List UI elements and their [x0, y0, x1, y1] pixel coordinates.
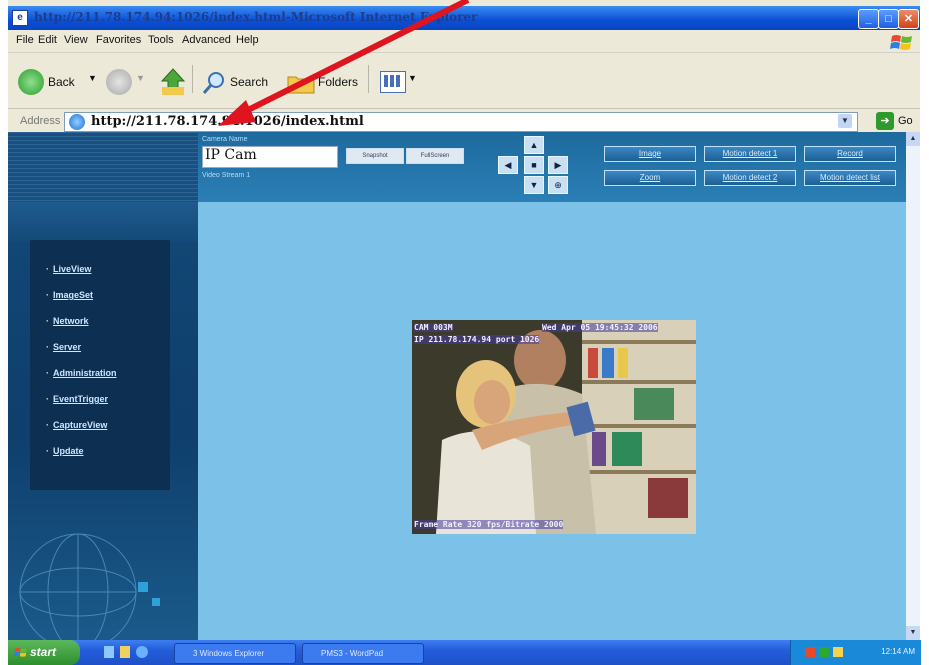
views-icon[interactable]	[380, 71, 406, 93]
video-stream-label: Video Stream 1	[202, 172, 251, 179]
system-tray: 12:14 AM	[790, 640, 921, 665]
go-arrow-icon[interactable]: ➔	[876, 112, 894, 130]
sidebar-header-decoration	[8, 132, 198, 202]
menu-favorites[interactable]: Favorites	[96, 34, 141, 46]
scroll-up-icon[interactable]: ▲	[906, 132, 920, 146]
back-dropdown-icon[interactable]: ▼	[88, 73, 97, 83]
record-button[interactable]: Record	[804, 146, 896, 162]
title-bar: e http://211.78.174.94:1026/index.html-M…	[8, 6, 920, 30]
window-title: http://211.78.174.94:1026/index.html-Mic…	[34, 10, 478, 24]
browser-window: e http://211.78.174.94:1026/index.html-M…	[8, 0, 921, 665]
views-dropdown-icon[interactable]: ▼	[408, 73, 417, 83]
toolbar-separator	[368, 65, 369, 93]
page-content: · LiveView · ImageSet · Network · Server · Ad…	[8, 132, 920, 640]
windows-logo-icon	[890, 35, 912, 50]
address-input[interactable]: http://211.78.174.94:1026/index.html	[64, 112, 858, 132]
motion-detect-list-button[interactable]: Motion detect list	[804, 170, 896, 186]
task-windows-explorer[interactable]: 3 Windows Explorer	[174, 643, 296, 664]
quicklaunch-desktop-icon[interactable]	[104, 646, 114, 658]
image-config-button[interactable]: Image	[604, 146, 696, 162]
address-label: Address	[20, 115, 61, 127]
sidebar-item-captureview[interactable]: · CaptureView	[46, 420, 107, 430]
page-icon	[69, 114, 85, 130]
sidebar-item-administration[interactable]: · Administration	[46, 368, 117, 378]
toolbar-separator	[192, 65, 193, 93]
camera-name-field[interactable]: IP Cam	[202, 146, 338, 168]
folders-button[interactable]: Folders	[318, 75, 358, 89]
maximize-button[interactable]: □	[878, 9, 899, 29]
back-label[interactable]: Back	[48, 75, 75, 89]
minimize-button[interactable]: _	[858, 9, 879, 29]
pan-up-icon[interactable]: ▲	[524, 136, 544, 154]
vertical-scrollbar[interactable]: ▲ ▼	[906, 132, 920, 640]
globe-graphic	[19, 533, 160, 640]
up-folder-icon[interactable]	[160, 67, 186, 97]
camera-header: Camera Name IP Cam Video Stream 1 Snapsh…	[198, 132, 906, 202]
pan-down-icon[interactable]: ▼	[524, 176, 544, 194]
forward-dropdown-icon[interactable]: ▼	[136, 73, 145, 83]
sidebar-item-network[interactable]: · Network	[46, 316, 89, 326]
sidebar-item-eventtrigger[interactable]: · EventTrigger	[46, 394, 108, 404]
menu-advanced[interactable]: Advanced	[182, 34, 231, 46]
tray-icon[interactable]	[819, 647, 829, 657]
scroll-down-icon[interactable]: ▼	[906, 626, 920, 640]
standard-toolbar: Back ▼ ▼ Search Folders ▼	[8, 52, 920, 109]
forward-arrow-icon[interactable]	[106, 69, 132, 95]
zoom-config-button[interactable]: Zoom	[604, 170, 696, 186]
osd-info-line: IP 211.78.174.94 port 1026	[414, 335, 540, 344]
back-arrow-icon[interactable]	[18, 69, 44, 95]
address-bar: Address http://211.78.174.94:1026/index.…	[8, 108, 920, 133]
menu-help[interactable]: Help	[236, 34, 259, 46]
sidebar-item-server[interactable]: · Server	[46, 342, 81, 352]
taskbar: start 3 Windows Explorer PMS3 - WordPad …	[8, 640, 921, 665]
camera-name-label: Camera Name	[202, 136, 248, 143]
menu-file[interactable]: File	[16, 34, 34, 46]
sidebar-item-update[interactable]: · Update	[46, 446, 84, 456]
quicklaunch-media-icon[interactable]	[120, 646, 130, 658]
video-image	[412, 320, 696, 534]
quicklaunch-ie-icon[interactable]	[136, 646, 148, 658]
menu-edit[interactable]: Edit	[38, 34, 57, 46]
sidebar-item-liveview[interactable]: · LiveView	[46, 264, 91, 274]
ie-window-icon: e	[12, 10, 28, 26]
sidebar-glow-decoration	[8, 202, 198, 242]
sidebar: · LiveView · ImageSet · Network · Server · Ad…	[8, 132, 198, 640]
close-button[interactable]: ✕	[898, 9, 919, 29]
motion-detect-2-button[interactable]: Motion detect 2	[704, 170, 796, 186]
zoom-icon[interactable]: ⊕	[548, 176, 568, 194]
go-button[interactable]: Go	[898, 115, 913, 127]
pan-right-icon[interactable]: ▶	[548, 156, 568, 174]
taskbar-clock: 12:14 AM	[881, 647, 915, 656]
fullscreen-button[interactable]: FullScreen	[406, 148, 464, 164]
pan-home-icon[interactable]: ■	[524, 156, 544, 174]
menu-bar: File Edit View Favorites Tools Advanced …	[8, 30, 920, 52]
sidebar-item-imageset[interactable]: · ImageSet	[46, 290, 93, 300]
search-icon[interactable]	[202, 71, 228, 95]
folders-icon[interactable]	[286, 71, 316, 95]
camera-video-frame[interactable]: CAM 003M Wed Apr 05 19:45:32 2006 IP 211…	[412, 320, 696, 534]
osd-camera-label: CAM 003M	[414, 323, 453, 332]
address-dropdown-icon[interactable]: ▼	[838, 114, 852, 128]
tray-icon[interactable]	[805, 647, 815, 657]
osd-framerate: Frame Rate 320 fps/Bitrate 2000	[414, 520, 564, 529]
osd-datetime: Wed Apr 05 19:45:32 2006	[542, 323, 658, 332]
sidebar-menu: · LiveView · ImageSet · Network · Server · Ad…	[30, 240, 170, 490]
address-url[interactable]: http://211.78.174.94:1026/index.html	[91, 114, 364, 129]
task-wordpad[interactable]: PMS3 - WordPad	[302, 643, 424, 664]
pan-left-icon[interactable]: ◀	[498, 156, 518, 174]
tray-icon[interactable]	[833, 647, 843, 657]
start-logo-icon	[14, 647, 27, 657]
snapshot-button[interactable]: Snapshot	[346, 148, 404, 164]
menu-view[interactable]: View	[64, 34, 88, 46]
menu-tools[interactable]: Tools	[148, 34, 174, 46]
search-button[interactable]: Search	[230, 75, 268, 89]
motion-detect-1-button[interactable]: Motion detect 1	[704, 146, 796, 162]
